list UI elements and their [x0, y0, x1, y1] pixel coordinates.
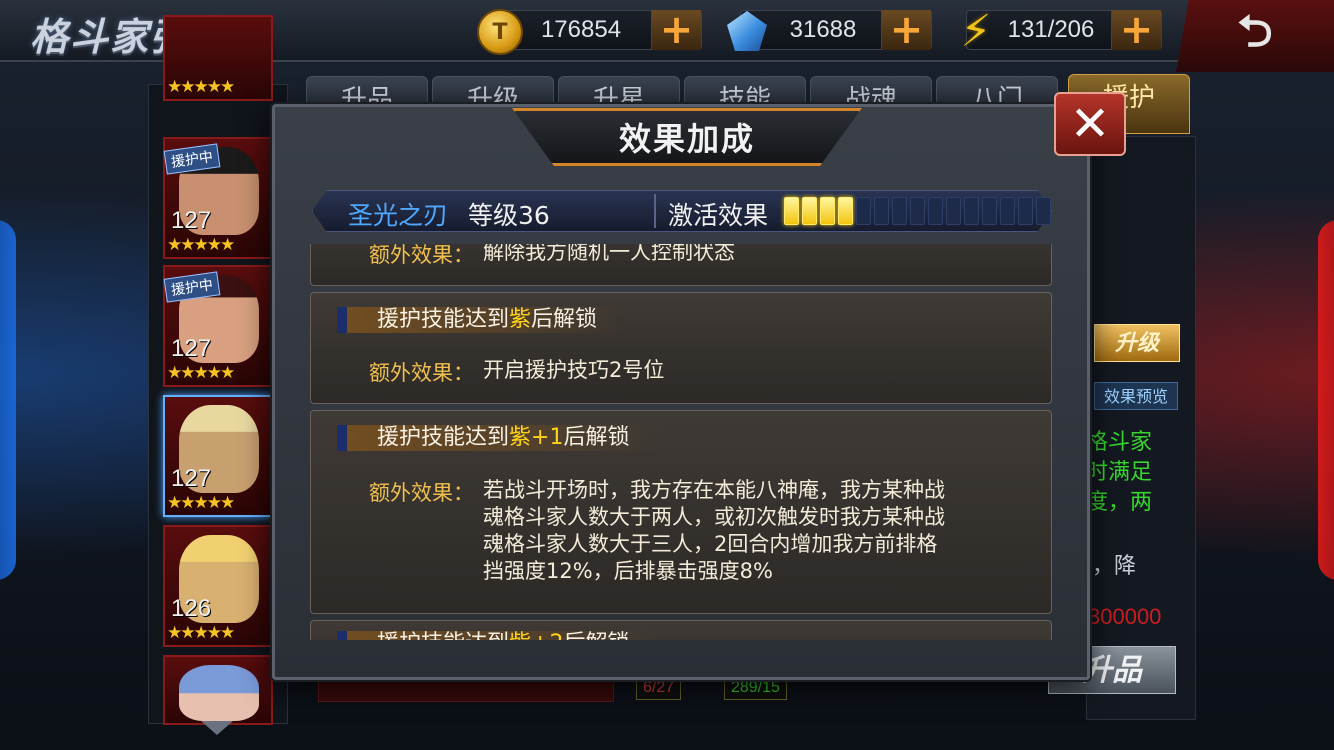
effect-card: 援护技能达到紫后解锁 额外效果： 开启援护技巧2号位 [310, 292, 1052, 404]
hero-level: 127 [171, 335, 212, 362]
unlock-condition: 援护技能达到紫+2后解锁 [337, 631, 660, 640]
add-stamina-button[interactable]: + [1111, 10, 1161, 50]
green-line: 度，两 [1086, 490, 1153, 515]
hero-card-selected[interactable]: 127 ★★★★★ [163, 395, 273, 517]
green-line: 时满足 [1086, 460, 1153, 485]
hero-roster[interactable]: ★★★★★ 援护中 127 ★★★★★ 援护中 127 ★★★★★ 127 ★★… [148, 15, 288, 735]
hero-card[interactable]: 援护中 127 ★★★★★ [163, 265, 273, 387]
extra-effect-text: 开启援护技巧2号位 [483, 358, 665, 382]
back-arrow-icon: ⮌ [1237, 5, 1273, 57]
star-rating: ★★★★★ [167, 493, 235, 513]
green-line: 格斗家 [1086, 430, 1153, 455]
active-pip [820, 197, 835, 225]
green-description: 格斗家 时满足 度，两 [1086, 428, 1156, 518]
gray-description: ，降 [1092, 554, 1137, 579]
extra-effect-label: 额外效果： [369, 244, 474, 267]
inactive-pip [946, 197, 961, 225]
side-decoration-right [1318, 220, 1334, 580]
hero-card[interactable]: ★★★★★ [163, 15, 273, 101]
unlock-text: 援护技能达到 [377, 631, 509, 640]
extra-effect-label: 额外效果： [369, 361, 474, 385]
extra-effect-text: 若战斗开场时，我方存在本能八神庵，我方某种战魂格斗家人数大于两人，或初次触发时我… [483, 478, 945, 583]
activation-progress [784, 197, 1051, 225]
unlock-text: 后解锁 [531, 307, 598, 332]
unlock-condition: 援护技能达到紫后解锁 [337, 307, 628, 333]
dialog-title: 效果加成 [618, 120, 755, 158]
extra-effect-label: 额外效果： [369, 481, 474, 505]
inactive-pip [874, 197, 889, 225]
active-pip [838, 197, 853, 225]
effect-card: 援护技能达到紫+2后解锁 [310, 620, 1052, 640]
inactive-pip [1018, 197, 1033, 225]
inactive-pip [1000, 197, 1015, 225]
hero-level: 127 [171, 465, 212, 492]
counter-green: 289/15 [724, 678, 787, 700]
unlock-text: 后解锁 [563, 425, 630, 450]
bottom-progress-strip [318, 680, 614, 702]
star-rating: ★★★★★ [167, 363, 235, 383]
upgrade-button[interactable]: 升级 [1094, 324, 1180, 362]
inactive-pip [910, 197, 925, 225]
lightning-icon: ⚡ [960, 6, 992, 57]
hero-level: 127 [171, 207, 212, 234]
divider [654, 194, 656, 228]
unlock-text: 后解锁 [563, 631, 629, 640]
inactive-pip [982, 197, 997, 225]
scroll-down-arrow-icon[interactable] [201, 721, 233, 735]
back-button[interactable]: ⮌ [1176, 0, 1334, 72]
dialog-header: 效果加成 [512, 108, 862, 166]
unlock-text: 援护技能达到 [377, 307, 510, 332]
active-pip [802, 197, 817, 225]
star-rating: ★★★★★ [167, 623, 235, 643]
unlock-rank: 紫+2 [509, 631, 563, 640]
inactive-pip [892, 197, 907, 225]
hero-portrait [179, 665, 259, 721]
skill-name: 圣光之刃 [348, 201, 449, 230]
gold-resource: T 176854 + [477, 9, 702, 55]
side-decoration-left [0, 220, 16, 580]
counter-red: 6/27 [636, 678, 682, 700]
unlock-condition: 援护技能达到紫+1后解锁 [337, 425, 660, 451]
inactive-pip [928, 197, 943, 225]
skill-level: 等级36 [468, 201, 550, 230]
diamond-resource: 31688 + [727, 10, 932, 51]
effect-preview-button[interactable]: 效果预览 [1094, 382, 1178, 410]
star-rating: ★★★★★ [167, 77, 235, 97]
extra-effect-text: 解除我方随机一人控制状态 [483, 244, 735, 264]
unlock-rank: 紫+1 [509, 425, 564, 450]
effect-card: 额外效果： 解除我方随机一人控制状态 [310, 244, 1052, 286]
active-pip [784, 197, 799, 225]
cost-amount: 300000 [1088, 604, 1162, 629]
activation-label: 激活效果 [668, 201, 769, 230]
hero-card[interactable]: 126 ★★★★★ [163, 525, 273, 647]
hero-level: 126 [171, 595, 212, 622]
stamina-resource: ⚡ 131/206 + [961, 9, 1162, 55]
hero-card[interactable]: 援护中 127 ★★★★★ [163, 137, 273, 259]
star-rating: ★★★★★ [167, 235, 235, 255]
add-diamond-button[interactable]: + [881, 10, 931, 50]
gold-coin-icon: T [477, 9, 523, 55]
effect-card: 援护技能达到紫+1后解锁 额外效果： 若战斗开场时，我方存在本能八神庵，我方某种… [310, 410, 1052, 614]
unlock-rank: 紫 [509, 307, 532, 332]
close-button[interactable]: ✕ [1054, 92, 1126, 156]
hero-card[interactable] [163, 655, 273, 725]
add-gold-button[interactable]: + [651, 10, 701, 50]
effect-list[interactable]: 额外效果： 解除我方随机一人控制状态 援护技能达到紫后解锁 额外效果： 开启援护… [296, 244, 1068, 640]
inactive-pip [856, 197, 871, 225]
inactive-pip [1036, 197, 1051, 225]
unlock-text: 援护技能达到 [377, 425, 510, 450]
inactive-pip [964, 197, 979, 225]
